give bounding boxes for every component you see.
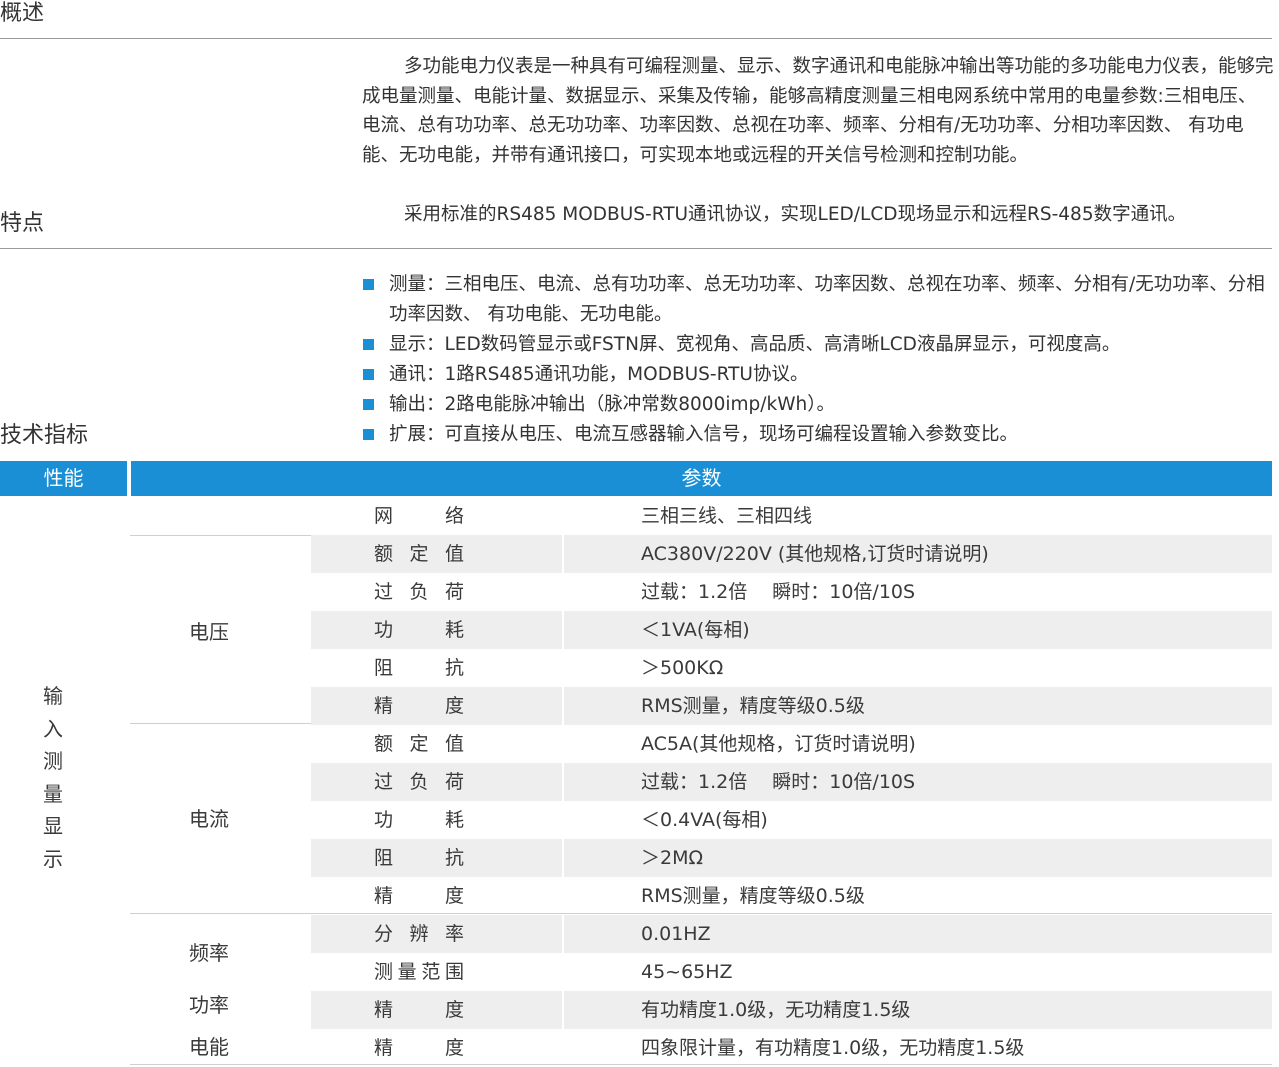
table-row: 分辨率 0.01HZ bbox=[311, 915, 1272, 953]
bullet-square-icon bbox=[363, 279, 374, 290]
table-row: 过负荷 过载：1.2倍 瞬时：10倍/10S bbox=[311, 573, 1272, 611]
table-header-parameters: 参数 bbox=[131, 461, 1272, 496]
divider bbox=[0, 248, 1272, 249]
section-title-specs: 技术指标 bbox=[0, 423, 89, 448]
section-title-features: 特点 bbox=[0, 211, 45, 236]
param-name: 阻抗 bbox=[374, 657, 464, 679]
param-value: 有功精度1.0级，无功精度1.5级 bbox=[641, 999, 911, 1021]
param-name: 精度 bbox=[374, 999, 464, 1021]
param-value: 三相三线、三相四线 bbox=[641, 505, 813, 527]
param-value: 四象限计量，有功精度1.0级，无功精度1.5级 bbox=[641, 1037, 1025, 1059]
table-row: 功耗 ＜1VA(每相) bbox=[311, 611, 1272, 649]
param-value: 45~65HZ bbox=[641, 961, 733, 983]
param-name: 测量范围 bbox=[374, 961, 464, 983]
table-row: 测量范围 45~65HZ bbox=[311, 953, 1272, 991]
param-name: 分辨率 bbox=[374, 923, 464, 945]
param-value: RMS测量，精度等级0.5级 bbox=[641, 885, 865, 907]
param-name: 过负荷 bbox=[374, 771, 464, 793]
param-value: AC5A(其他规格，订货时请说明) bbox=[641, 733, 916, 755]
feature-item: 测量：三相电压、电流、总有功功率、总无功功率、功率因数、总视在功率、频率、分相有… bbox=[362, 270, 1272, 330]
bullet-square-icon bbox=[363, 399, 374, 410]
table-row: 精度 四象限计量，有功精度1.0级，无功精度1.5级 bbox=[311, 1029, 1272, 1067]
table-header-performance: 性能 bbox=[0, 461, 127, 496]
overview-paragraph-2: 采用标准的RS485 MODBUS-RTU通讯协议，实现LED/LCD现场显示和… bbox=[362, 200, 1274, 230]
param-name: 功耗 bbox=[374, 619, 464, 641]
table-row: 额定值 AC5A(其他规格，订货时请说明) bbox=[311, 725, 1272, 763]
param-name: 阻抗 bbox=[374, 847, 464, 869]
bullet-square-icon bbox=[363, 369, 374, 380]
feature-item: 输出：2路电能脉冲输出（脉冲常数8000imp/kWh）。 bbox=[362, 390, 1272, 420]
param-name: 网络 bbox=[374, 505, 464, 527]
feature-item: 通讯：1路RS485通讯功能，MODBUS-RTU协议。 bbox=[362, 360, 1272, 390]
param-value: ＜0.4VA(每相) bbox=[641, 809, 768, 831]
feature-item: 显示：LED数码管显示或FSTN屏、宽视角、高品质、高清晰LCD液晶屏显示，可视… bbox=[362, 330, 1272, 360]
overview-text-2: 采用标准的RS485 MODBUS-RTU通讯协议，实现LED/LCD现场显示和… bbox=[404, 204, 1187, 225]
bullet-square-icon bbox=[363, 429, 374, 440]
param-name: 精度 bbox=[374, 695, 464, 717]
feature-item: 扩展：可直接从电压、电流互感器输入信号，现场可编程设置输入参数变比。 bbox=[362, 420, 1272, 450]
table-row: 精度 RMS测量，精度等级0.5级 bbox=[311, 687, 1272, 725]
category-label-input-measurement-display: 输入测量显示 bbox=[43, 684, 63, 871]
param-value: 过载：1.2倍 瞬时：10倍/10S bbox=[641, 771, 916, 793]
group-label-voltage: 电压 bbox=[189, 620, 229, 644]
param-value: 过载：1.2倍 瞬时：10倍/10S bbox=[641, 581, 916, 603]
group-label-power: 功率 bbox=[189, 993, 229, 1017]
param-name: 额定值 bbox=[374, 733, 464, 755]
feature-list: 测量：三相电压、电流、总有功功率、总无功功率、功率因数、总视在功率、频率、分相有… bbox=[362, 270, 1272, 450]
param-value: ＞2MΩ bbox=[641, 847, 704, 869]
bullet-square-icon bbox=[363, 339, 374, 350]
group-label-energy: 电能 bbox=[189, 1035, 229, 1059]
param-name: 过负荷 bbox=[374, 581, 464, 603]
param-name: 精度 bbox=[374, 1037, 464, 1059]
param-name: 额定值 bbox=[374, 543, 464, 565]
group-label-frequency: 频率 bbox=[189, 941, 229, 965]
table-row: 阻抗 ＞2MΩ bbox=[311, 839, 1272, 877]
table-row: 网络 三相三线、三相四线 bbox=[311, 497, 1272, 535]
table-row: 过负荷 过载：1.2倍 瞬时：10倍/10S bbox=[311, 763, 1272, 801]
table-row: 阻抗 ＞500KΩ bbox=[311, 649, 1272, 687]
table-row: 精度 RMS测量，精度等级0.5级 bbox=[311, 877, 1272, 915]
group-label-current: 电流 bbox=[189, 807, 229, 831]
table-row: 精度 有功精度1.0级，无功精度1.5级 bbox=[311, 991, 1272, 1029]
overview-paragraph-1: 多功能电力仪表是一种具有可编程测量、显示、数字通讯和电能脉冲输出等功能的多功能电… bbox=[362, 52, 1274, 170]
param-value: AC380V/220V (其他规格,订货时请说明) bbox=[641, 543, 989, 565]
param-value: ＜1VA(每相) bbox=[641, 619, 750, 641]
overview-text-1: 多功能电力仪表是一种具有可编程测量、显示、数字通讯和电能脉冲输出等功能的多功能电… bbox=[362, 56, 1274, 166]
divider bbox=[0, 38, 1272, 39]
section-title-overview: 概述 bbox=[0, 1, 45, 26]
param-value: ＞500KΩ bbox=[641, 657, 724, 679]
param-name: 功耗 bbox=[374, 809, 464, 831]
param-name: 精度 bbox=[374, 885, 464, 907]
param-value: RMS测量，精度等级0.5级 bbox=[641, 695, 865, 717]
table-row: 额定值 AC380V/220V (其他规格,订货时请说明) bbox=[311, 535, 1272, 573]
param-value: 0.01HZ bbox=[641, 923, 711, 945]
table-row: 功耗 ＜0.4VA(每相) bbox=[311, 801, 1272, 839]
